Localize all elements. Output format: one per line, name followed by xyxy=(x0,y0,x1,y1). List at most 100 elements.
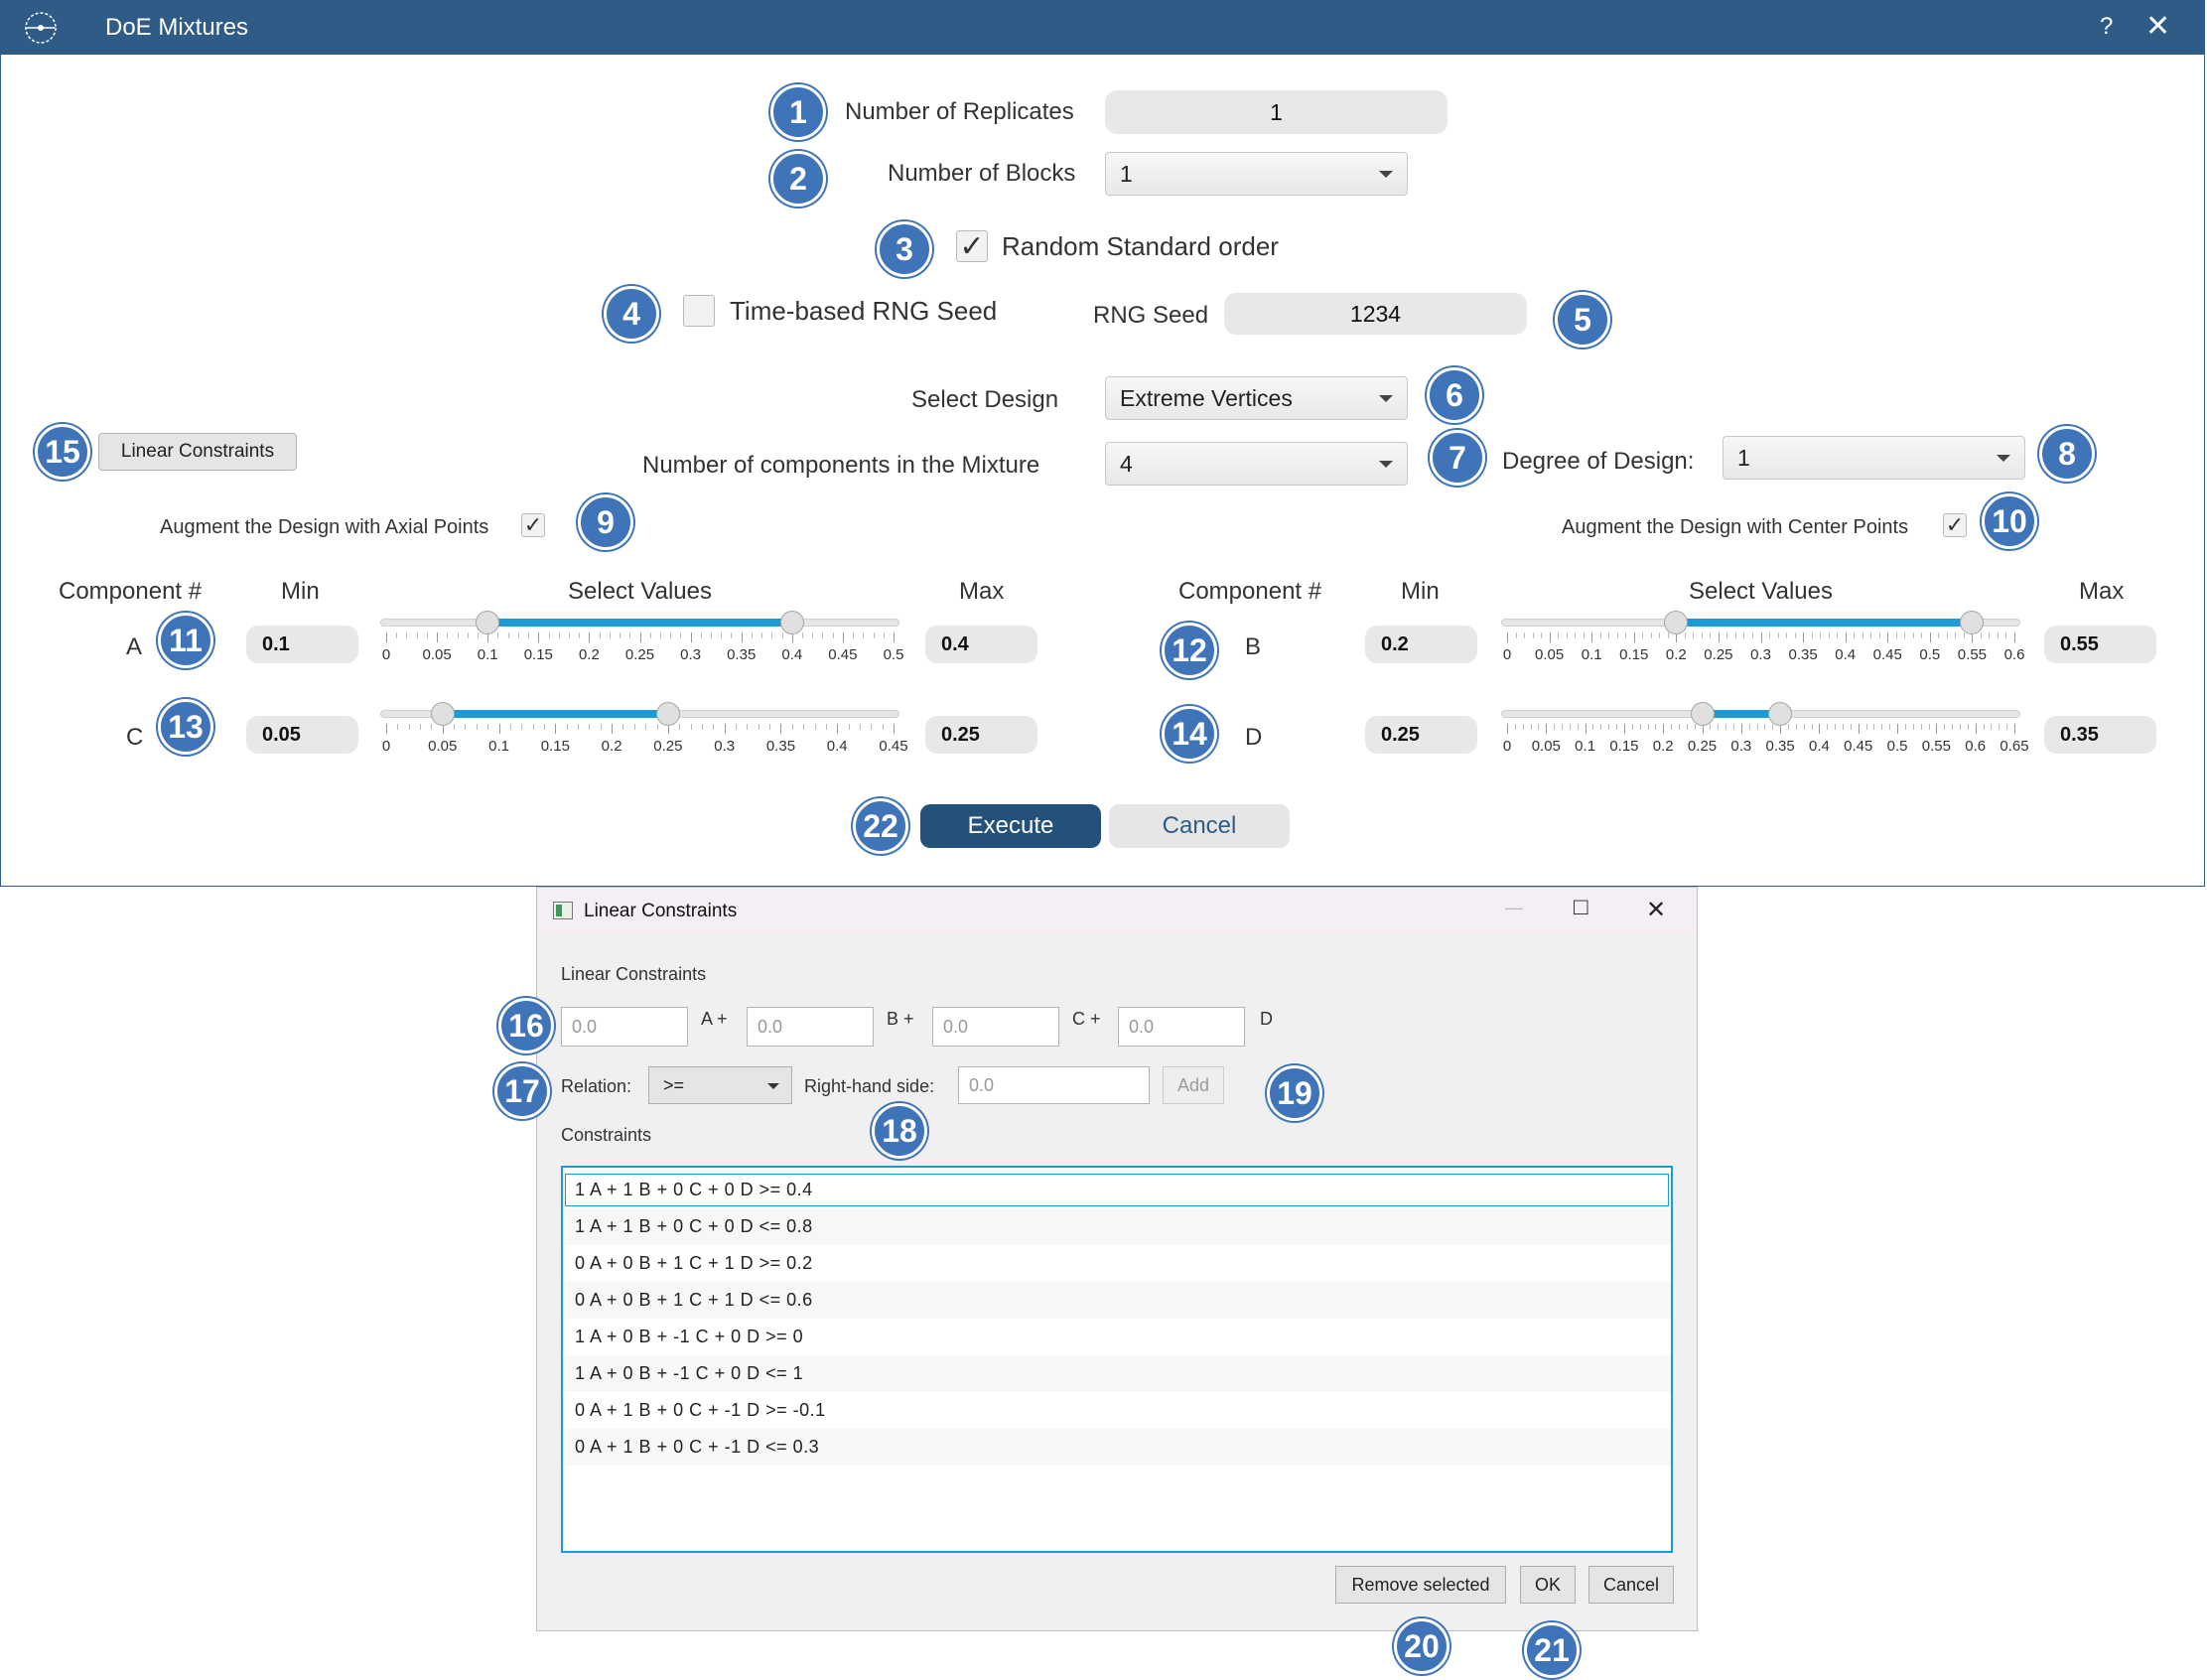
component-d-min-input[interactable]: 0.25 xyxy=(1365,716,1477,754)
slider-tick xyxy=(1639,724,1641,730)
slider-tick xyxy=(1592,724,1594,730)
slider-tick xyxy=(1938,632,1940,638)
close-icon[interactable]: ✕ xyxy=(2145,9,2170,44)
constraints-list[interactable]: 1 A + 1 B + 0 C + 0 D >= 0.4 1 A + 1 B + … xyxy=(561,1166,1673,1553)
slider-tick xyxy=(538,632,540,642)
slider-tick-label: 0.15 xyxy=(523,646,553,663)
slider-tick-label: 0 xyxy=(1502,646,1512,663)
random-std-order-checkbox[interactable]: ✓ xyxy=(956,230,988,263)
constraint-row[interactable]: 0 A + 1 B + 0 C + -1 D >= -0.1 xyxy=(563,1392,1671,1429)
minimize-icon[interactable]: — xyxy=(1505,898,1523,918)
slider-min-thumb[interactable] xyxy=(1690,702,1715,726)
slider-tick xyxy=(1819,724,1821,734)
slider-tick xyxy=(620,632,621,638)
component-d-max-input[interactable]: 0.35 xyxy=(2044,716,2156,754)
slider-tick xyxy=(1929,632,1931,642)
component-a-max-input[interactable]: 0.4 xyxy=(925,626,1037,663)
num-components-dropdown[interactable]: 4 xyxy=(1105,442,1408,486)
slider-max-thumb[interactable] xyxy=(655,702,680,726)
rng-seed-input[interactable]: 1234 xyxy=(1224,293,1527,335)
component-d-range-slider[interactable]: 0 0.05 0.1 0.15 0.2 0.25 0.3 0.35 0.4 0.45 0.5 0.55… xyxy=(1501,700,2029,760)
slider-tick xyxy=(700,632,702,638)
cancel-button[interactable]: Cancel xyxy=(1109,804,1290,848)
add-button[interactable]: Add xyxy=(1163,1066,1224,1104)
maximize-icon[interactable]: □ xyxy=(1574,894,1588,921)
slider-tick xyxy=(1983,724,1985,730)
slider-tick-label: 0.5 xyxy=(1886,738,1908,755)
dialog-title: Linear Constraints xyxy=(584,901,738,921)
slider-tick xyxy=(825,724,827,730)
constraint-row[interactable]: 1 A + 0 B + -1 C + 0 D >= 0 xyxy=(563,1319,1671,1355)
slider-tick xyxy=(883,632,885,638)
constraint-row[interactable]: 1 A + 1 B + 0 C + 0 D >= 0.4 xyxy=(563,1172,1671,1208)
ok-button[interactable]: OK xyxy=(1520,1566,1576,1604)
slider-tick-label: 0.4 xyxy=(826,738,848,755)
slider-min-thumb[interactable] xyxy=(1664,611,1689,634)
linear-constraints-button[interactable]: Linear Constraints xyxy=(98,433,297,471)
constraint-row[interactable]: 0 A + 0 B + 1 C + 1 D <= 0.6 xyxy=(563,1282,1671,1319)
help-icon[interactable]: ? xyxy=(2100,13,2113,41)
dialog-cancel-button[interactable]: Cancel xyxy=(1588,1566,1674,1604)
coef-c-input[interactable]: 0.0 xyxy=(932,1007,1059,1047)
slider-tick xyxy=(812,632,814,638)
coef-a-input[interactable]: 0.0 xyxy=(561,1007,688,1047)
component-c-range-slider[interactable]: 0 0.05 0.1 0.15 0.2 0.25 0.3 0.35 0.4 0.45 xyxy=(380,700,908,760)
slider-ticks xyxy=(1501,632,2020,642)
constraint-row[interactable]: 1 A + 1 B + 0 C + 0 D <= 0.8 xyxy=(563,1208,1671,1245)
coef-d-input[interactable]: 0.0 xyxy=(1118,1007,1245,1047)
component-b-min-input[interactable]: 0.2 xyxy=(1365,626,1477,663)
component-b-range-slider[interactable]: 0 0.05 0.1 0.15 0.2 0.25 0.3 0.35 0.4 0.45 0.5 0.55… xyxy=(1501,609,2024,668)
slider-tick-label: 0.35 xyxy=(765,738,796,755)
center-points-checkbox[interactable]: ✓ xyxy=(1943,512,1967,537)
slider-tick xyxy=(457,632,459,638)
replicates-label: Number of Replicates xyxy=(845,98,1074,125)
execute-button[interactable]: Execute xyxy=(920,804,1101,848)
relation-value: >= xyxy=(663,1074,685,1095)
slider-tick xyxy=(517,632,519,638)
slider-min-thumb[interactable] xyxy=(476,611,500,634)
relation-dropdown[interactable]: >= xyxy=(648,1066,792,1104)
component-a-range-slider[interactable]: 0 0.05 0.1 0.15 0.2 0.25 0.3 0.35 0.4 0.45 0.5 xyxy=(380,609,903,668)
annotation-badge-22: 22 xyxy=(853,798,908,854)
slider-tick xyxy=(724,724,726,734)
slider-tick xyxy=(690,632,692,642)
slider-tick-label: 0.35 xyxy=(727,646,757,663)
slider-tick xyxy=(1625,632,1627,638)
slider-tick xyxy=(769,724,771,730)
min-header-right: Min xyxy=(1401,578,1440,605)
slider-tick xyxy=(1794,632,1796,638)
slider-tick xyxy=(803,724,805,730)
slider-tick xyxy=(1549,632,1551,642)
component-a-min-input[interactable]: 0.1 xyxy=(246,626,358,663)
slider-tick xyxy=(1959,724,1961,730)
slider-tick xyxy=(1952,724,1954,730)
remove-selected-button[interactable]: Remove selected xyxy=(1335,1566,1506,1604)
close-icon[interactable]: ✕ xyxy=(1646,896,1666,924)
axial-points-checkbox[interactable]: ✓ xyxy=(521,512,545,537)
slider-tick xyxy=(1694,724,1696,730)
constraint-row[interactable]: 0 A + 1 B + 0 C + -1 D <= 0.3 xyxy=(563,1429,1671,1466)
slider-tick-label: 0.15 xyxy=(1619,646,1649,663)
blocks-dropdown[interactable]: 1 xyxy=(1105,152,1408,196)
time-rng-checkbox[interactable] xyxy=(683,295,715,327)
replicates-input[interactable]: 1 xyxy=(1105,90,1448,134)
slider-tick xyxy=(1897,724,1899,734)
rhs-input[interactable]: 0.0 xyxy=(958,1066,1150,1104)
coef-b-input[interactable]: 0.0 xyxy=(747,1007,874,1047)
slider-max-thumb[interactable] xyxy=(779,611,804,634)
degree-dropdown[interactable]: 1 xyxy=(1723,436,2025,480)
slider-min-thumb[interactable] xyxy=(430,702,455,726)
slider-max-thumb[interactable] xyxy=(1960,611,1985,634)
slider-tick xyxy=(2006,724,2008,730)
slider-tick xyxy=(853,632,855,638)
slider-tick-label: 0.25 xyxy=(1704,646,1733,663)
component-c-max-input[interactable]: 0.25 xyxy=(925,716,1037,754)
slider-max-thumb[interactable] xyxy=(1768,702,1793,726)
component-c-min-input[interactable]: 0.05 xyxy=(246,716,358,754)
select-design-dropdown[interactable]: Extreme Vertices xyxy=(1105,376,1408,420)
component-b-max-input[interactable]: 0.55 xyxy=(2044,626,2156,663)
slider-tick xyxy=(507,632,509,638)
constraint-row[interactable]: 0 A + 0 B + 1 C + 1 D >= 0.2 xyxy=(563,1245,1671,1282)
slider-tick xyxy=(1828,632,1830,638)
constraint-row[interactable]: 1 A + 0 B + -1 C + 0 D <= 1 xyxy=(563,1355,1671,1392)
